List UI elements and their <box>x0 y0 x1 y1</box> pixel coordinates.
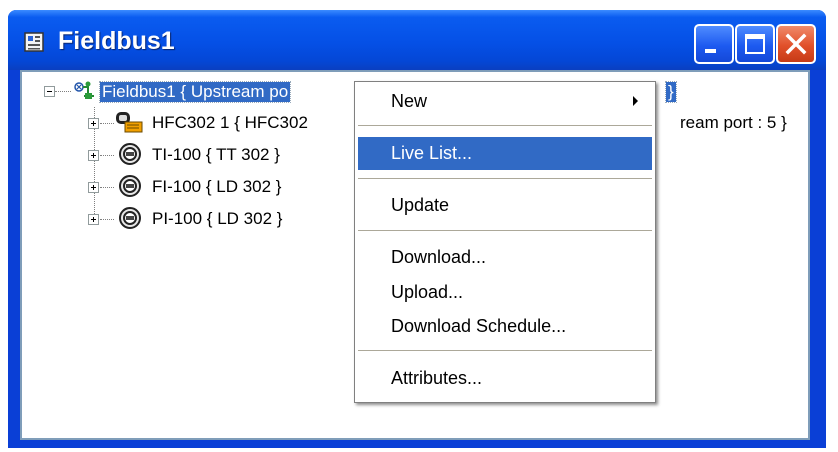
tree-node-label-tail: ream port : 5 } <box>680 113 787 132</box>
expand-toggle[interactable] <box>88 182 99 193</box>
submenu-arrow-icon <box>633 96 638 106</box>
close-button[interactable] <box>776 24 816 64</box>
menu-item-download[interactable]: Download... <box>358 241 652 274</box>
tree-line <box>100 123 114 125</box>
minimize-icon <box>705 49 716 53</box>
tree-line <box>100 155 114 157</box>
title-bar[interactable]: Fieldbus1 <box>8 10 826 70</box>
transmitter-icon <box>119 207 141 229</box>
maximize-button[interactable] <box>735 24 775 64</box>
tree-line <box>100 219 114 221</box>
expand-toggle[interactable] <box>88 214 99 225</box>
fieldbus-network-icon <box>74 81 94 99</box>
minimize-button[interactable] <box>694 24 734 64</box>
collapse-toggle[interactable] <box>44 86 55 97</box>
menu-item-download-schedule[interactable]: Download Schedule... <box>358 310 652 343</box>
menu-item-new[interactable]: New <box>358 85 652 118</box>
maximize-icon <box>745 34 765 54</box>
menu-separator <box>358 125 652 126</box>
expand-toggle[interactable] <box>88 118 99 129</box>
menu-item-live-list[interactable]: Live List... <box>358 137 652 170</box>
tree-node-label[interactable]: PI-100 { LD 302 } <box>152 209 282 229</box>
tree-node-pi100[interactable]: PI-100 { LD 302 } <box>22 206 342 232</box>
menu-item-update[interactable]: Update <box>358 189 652 222</box>
expand-toggle[interactable] <box>88 150 99 161</box>
menu-item-upload[interactable]: Upload... <box>358 276 652 309</box>
close-icon <box>785 33 807 55</box>
tree-node-label[interactable]: FI-100 { LD 302 } <box>152 177 281 197</box>
menu-separator <box>358 178 652 179</box>
transmitter-icon <box>119 143 141 165</box>
menu-separator <box>358 230 652 231</box>
transmitter-icon <box>119 175 141 197</box>
window-title: Fieldbus1 <box>58 27 175 55</box>
tree-node-ti100[interactable]: TI-100 { TT 302 } <box>22 142 342 168</box>
tree-node-label[interactable]: HFC302 1 { HFC302 <box>152 113 308 133</box>
tree-node-label[interactable]: TI-100 { TT 302 } <box>152 145 280 165</box>
tree-root-label[interactable]: Fieldbus1 { Upstream po <box>98 81 292 103</box>
tree-node-fi100[interactable]: FI-100 { LD 302 } <box>22 174 342 200</box>
context-menu: New Live List... Update Download... Uplo… <box>354 81 656 403</box>
document-icon <box>24 32 44 52</box>
tree-root-label-tail: } <box>665 81 677 103</box>
hfc-device-icon <box>116 112 143 133</box>
menu-item-attributes[interactable]: Attributes... <box>358 362 652 395</box>
menu-separator <box>358 350 652 351</box>
tree-line <box>100 187 114 189</box>
